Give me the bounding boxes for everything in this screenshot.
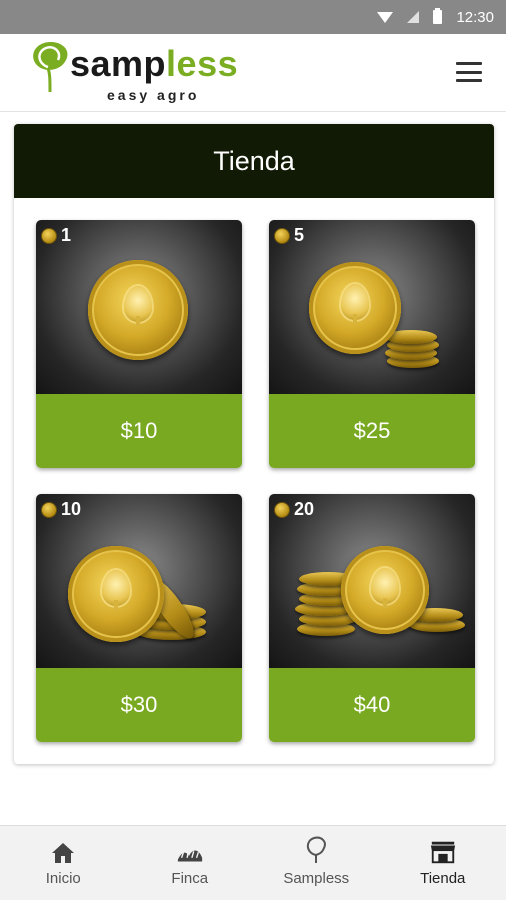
app-header: sampless easy agro xyxy=(0,34,506,112)
price-label: $40 xyxy=(353,692,391,717)
nav-item-sampless[interactable]: Sampless xyxy=(253,826,380,900)
nav-item-finca[interactable]: Finca xyxy=(127,826,254,900)
coin-quantity: 5 xyxy=(274,225,304,246)
nav-label: Inicio xyxy=(45,869,81,887)
coin-mini-icon xyxy=(274,227,290,244)
product-image xyxy=(269,220,475,394)
product-image xyxy=(36,220,242,394)
store-icon xyxy=(429,840,457,864)
coin-quantity: 1 xyxy=(41,225,71,246)
store-title-bar: Tienda xyxy=(14,124,494,198)
coin-icon xyxy=(88,260,188,360)
status-bar: 12:30 xyxy=(0,0,506,34)
nav-label: Tienda xyxy=(420,869,466,887)
coin-mini-icon xyxy=(274,501,290,518)
coin-quantity: 20 xyxy=(274,499,314,520)
sampless-leaf-icon xyxy=(302,836,330,864)
price-label: $30 xyxy=(120,692,158,717)
product-card-3[interactable]: 10 $30 xyxy=(36,494,242,742)
bottom-nav: Inicio Finca Sampless Tienda xyxy=(0,825,506,900)
product-card-2[interactable]: 5 $25 xyxy=(269,220,475,468)
price-label: $10 xyxy=(120,418,158,443)
coin-mini-icon xyxy=(41,501,57,518)
status-time: 12:30 xyxy=(456,8,494,26)
product-image xyxy=(36,494,242,668)
nav-item-inicio[interactable]: Inicio xyxy=(0,826,127,900)
wifi-icon xyxy=(377,11,394,23)
price-button[interactable]: $10 xyxy=(36,394,242,468)
product-image xyxy=(269,494,475,668)
battery-icon xyxy=(433,8,443,24)
sampless-leaf-logo-icon xyxy=(33,42,68,93)
price-button[interactable]: $25 xyxy=(269,394,475,468)
price-button[interactable]: $40 xyxy=(269,668,475,742)
coin-icon xyxy=(341,546,429,634)
store-card: Tienda 1 $10 5 $25 10 $30 20 $40 xyxy=(14,124,494,764)
home-icon xyxy=(49,840,77,864)
coin-icon xyxy=(68,546,164,642)
nav-item-tienda[interactable]: Tienda xyxy=(380,826,506,900)
price-label: $25 xyxy=(353,418,391,443)
product-card-1[interactable]: 1 $10 xyxy=(36,220,242,468)
nav-label: Finca xyxy=(171,869,209,887)
farm-icon xyxy=(176,840,204,864)
sampless-logo[interactable]: sampless easy agro xyxy=(26,38,266,106)
nav-label: Sampless xyxy=(283,869,350,887)
store-title: Tienda xyxy=(213,145,295,176)
coin-icon xyxy=(309,262,401,354)
logo-tagline: easy agro xyxy=(107,87,200,103)
hamburger-menu-icon[interactable] xyxy=(456,62,482,82)
logo-wordmark: sampless xyxy=(70,43,239,84)
product-card-4[interactable]: 20 $40 xyxy=(269,494,475,742)
signal-icon xyxy=(407,11,420,23)
coin-quantity: 10 xyxy=(41,499,81,520)
coin-mini-icon xyxy=(41,227,57,244)
price-button[interactable]: $30 xyxy=(36,668,242,742)
